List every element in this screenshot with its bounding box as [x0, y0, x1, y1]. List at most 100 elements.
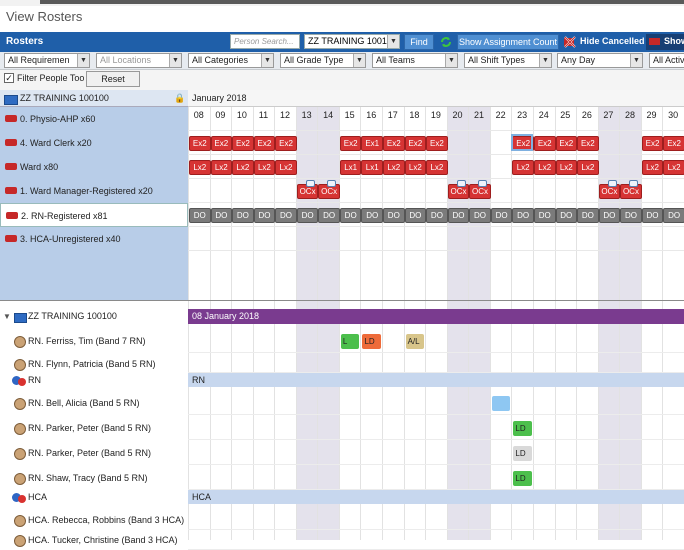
requirement-chip[interactable]: DO	[253, 208, 276, 223]
teams-filter[interactable]: All Teams ▼	[372, 53, 458, 68]
show-toggle[interactable]: Show	[646, 34, 684, 50]
day-number: 17	[387, 110, 398, 120]
requirement-chip[interactable]: DO	[512, 208, 534, 223]
requirement-chip[interactable]: Ex2	[663, 136, 684, 151]
day-filter[interactable]: Any Day ▼	[557, 53, 643, 68]
requirement-chip[interactable]: DO	[404, 208, 427, 223]
staff-group-row[interactable]: RN	[0, 373, 188, 388]
requirement-chip[interactable]: Ex2	[275, 136, 297, 151]
requirement-chip[interactable]: DO	[210, 208, 233, 223]
filter-people-checkbox[interactable]: ✓	[4, 73, 14, 83]
requirement-chip[interactable]: Lx2	[533, 160, 556, 175]
requirement-chip[interactable]: DO	[490, 208, 513, 223]
lock-icon[interactable]: 🔒	[174, 93, 185, 104]
requirement-chip[interactable]: DO	[318, 208, 340, 223]
requirement-chip[interactable]: DO	[232, 208, 254, 223]
day-number: 19	[430, 110, 441, 120]
requirement-chip[interactable]: DO	[577, 208, 599, 223]
requirement-chip[interactable]: DO	[296, 208, 319, 223]
shift-chip[interactable]: LD	[362, 334, 382, 349]
requirement-chip[interactable]: Ex2	[339, 136, 362, 151]
requirement-chip[interactable]: DO	[555, 208, 578, 223]
requirement-chip[interactable]: DO	[275, 208, 297, 223]
grade-type-filter[interactable]: All Grade Type ▼	[280, 53, 366, 68]
requirement-chip[interactable]: Lx1	[339, 160, 362, 175]
requirement-chip[interactable]: Ex2	[253, 136, 276, 151]
collapse-triangle-icon[interactable]: ▼	[3, 312, 11, 321]
requirement-row[interactable]: 0. Physio-AHP x60	[0, 107, 188, 131]
person-row[interactable]: RN. Parker, Peter (Band 5 RN)	[0, 418, 188, 438]
requirement-chip[interactable]: DO	[641, 208, 664, 223]
requirement-chip[interactable]: DO	[663, 208, 684, 223]
categories-filter[interactable]: All Categories ▼	[188, 53, 274, 68]
requirement-chip[interactable]: DO	[339, 208, 362, 223]
person-search-input[interactable]: Person Search...	[230, 34, 300, 49]
requirement-chip[interactable]: Lx2	[577, 160, 599, 175]
shift-chip[interactable]: LD	[513, 446, 532, 461]
requirement-chip[interactable]: Ex2	[232, 136, 254, 151]
requirement-chip[interactable]: Lx2	[210, 160, 233, 175]
requirement-chip[interactable]: DO	[189, 208, 211, 223]
requirement-chip[interactable]: Lx2	[426, 160, 448, 175]
requirement-chip[interactable]: DO	[383, 208, 405, 223]
requirement-chip[interactable]: Ex2	[189, 136, 211, 151]
requirement-chip[interactable]: DO	[469, 208, 491, 223]
activity-filter[interactable]: All Activ	[649, 53, 684, 68]
requirement-row[interactable]: 4. Ward Clerk x20	[0, 131, 188, 155]
requirement-chip[interactable]: Ex2	[426, 136, 448, 151]
shift-types-filter[interactable]: All Shift Types ▼	[464, 53, 552, 68]
person-row[interactable]: RN. Bell, Alicia (Band 5 RN)	[0, 393, 188, 413]
requirement-chip[interactable]: DO	[447, 208, 470, 223]
hide-cancelled-toggle[interactable]: Hide Cancelled	[580, 36, 645, 46]
shift-chip[interactable]: LD	[513, 471, 532, 486]
requirement-chip[interactable]: Ex2	[641, 136, 664, 151]
requirement-chip[interactable]: DO	[598, 208, 621, 223]
refresh-icon[interactable]	[439, 35, 453, 49]
person-row[interactable]: RN. Ferriss, Tim (Band 7 RN)	[0, 331, 188, 351]
shift-chip[interactable]: A/L	[405, 334, 425, 349]
requirement-chip[interactable]: DO	[426, 208, 448, 223]
requirement-chip[interactable]: Ex2	[555, 136, 578, 151]
requirement-row[interactable]: 1. Ward Manager-Registered x20	[0, 179, 188, 203]
requirement-chip[interactable]: Ex2	[577, 136, 599, 151]
shift-chip[interactable]: L	[340, 334, 360, 349]
person-row[interactable]: HCA. Tucker, Christine (Band 3 HCA)	[0, 530, 188, 550]
requirement-chip[interactable]: Ex1	[361, 136, 384, 151]
requirement-chip[interactable]: DO	[533, 208, 556, 223]
requirement-chip[interactable]: Lx2	[383, 160, 405, 175]
person-row[interactable]: RN. Parker, Peter (Band 5 RN)	[0, 443, 188, 463]
locations-filter[interactable]: All Locations ▼	[96, 53, 182, 68]
requirement-chip[interactable]: DO	[361, 208, 384, 223]
selected-cell[interactable]	[511, 134, 533, 151]
requirement-chip[interactable]: Lx2	[512, 160, 534, 175]
day-number: 28	[624, 110, 635, 120]
requirement-chip[interactable]: Lx2	[189, 160, 211, 175]
requirement-row[interactable]: Ward x80	[0, 155, 188, 179]
shift-chip[interactable]: LD	[513, 421, 532, 436]
requirement-chip[interactable]: Lx2	[253, 160, 276, 175]
person-row[interactable]: RN. Flynn, Patricia (Band 5 RN)	[0, 354, 188, 374]
requirement-chip[interactable]: Lx2	[404, 160, 427, 175]
requirements-filter[interactable]: All Requiremen ▼	[4, 53, 90, 68]
show-assignment-count-button[interactable]: Show Assignment Count	[457, 34, 559, 50]
requirement-chip[interactable]: Ex2	[210, 136, 233, 151]
roster-select[interactable]: ZZ TRAINING 10010 ▼	[304, 34, 400, 49]
person-row[interactable]: RN. Shaw, Tracy (Band 5 RN)	[0, 468, 188, 488]
find-button[interactable]: Find	[404, 34, 434, 50]
staff-group-row[interactable]: HCA	[0, 490, 188, 505]
requirement-row[interactable]: 2. RN-Registered x81	[0, 203, 188, 227]
requirement-chip[interactable]: Lx2	[232, 160, 254, 175]
requirement-chip[interactable]: Lx2	[555, 160, 578, 175]
requirement-chip[interactable]: Lx2	[275, 160, 297, 175]
requirement-chip[interactable]: Lx1	[361, 160, 384, 175]
requirement-chip[interactable]: Ex2	[533, 136, 556, 151]
requirement-chip[interactable]: Ex2	[404, 136, 427, 151]
requirement-row[interactable]: 3. HCA-Unregistered x40	[0, 227, 188, 251]
requirement-chip[interactable]: Lx2	[663, 160, 684, 175]
reset-button[interactable]: Reset	[86, 71, 140, 87]
person-row[interactable]: HCA. Rebecca, Robbins (Band 3 HCA)	[0, 510, 188, 530]
requirement-chip[interactable]: Ex2	[383, 136, 405, 151]
shift-chip[interactable]	[491, 396, 511, 411]
requirement-chip[interactable]: Lx2	[641, 160, 664, 175]
requirement-chip[interactable]: DO	[620, 208, 642, 223]
